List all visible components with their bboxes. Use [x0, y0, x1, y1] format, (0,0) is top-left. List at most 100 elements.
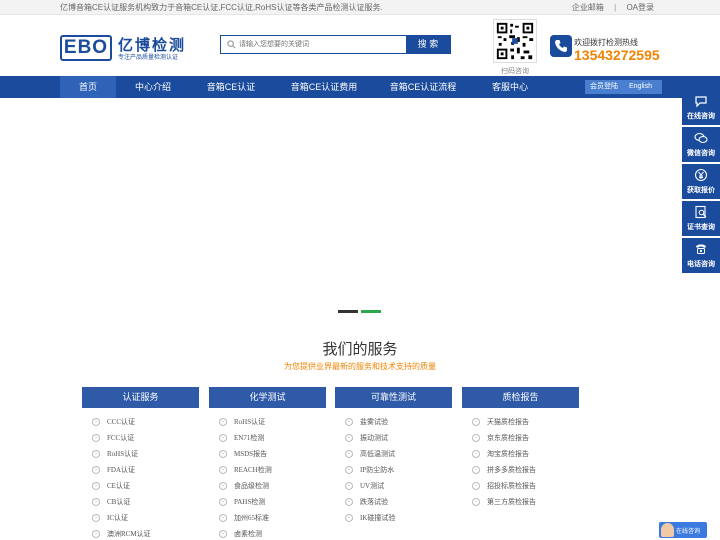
arrow-right-icon: › [219, 466, 227, 474]
search-input[interactable] [239, 37, 404, 52]
service-item[interactable]: › 天猫质检报告 [462, 414, 579, 430]
arrow-right-icon: › [219, 434, 227, 442]
service-item[interactable]: › CCC认证 [82, 414, 199, 430]
member-login-link[interactable]: 会员登陆 [590, 80, 618, 94]
service-column-chemical: 化学测试 › RoHS认证 › EN71检测 › MSDS报告 › REACH检测 › 食… [209, 387, 326, 540]
banner-dot[interactable] [338, 310, 358, 313]
site-logo[interactable]: EBO 亿博检测 专注产品质量检测认证 [60, 33, 184, 61]
arrow-right-icon: › [219, 514, 227, 522]
nav-item-ce-process[interactable]: 音箱CE认证流程 [382, 76, 464, 98]
float-wechat-consult[interactable]: 微信咨询 [682, 127, 720, 162]
arrow-right-icon: › [92, 418, 100, 426]
arrow-right-icon: › [472, 434, 480, 442]
service-item[interactable]: › 第三方质检报告 [462, 494, 579, 510]
arrow-right-icon: › [345, 434, 353, 442]
service-item[interactable]: › FCC认证 [82, 430, 199, 446]
service-item[interactable]: › 加州65标准 [209, 510, 326, 526]
float-phone-consult[interactable]: 电话咨询 [682, 238, 720, 273]
arrow-right-icon: › [472, 498, 480, 506]
arrow-right-icon: › [345, 514, 353, 522]
service-item[interactable]: › CB认证 [82, 494, 199, 510]
arrow-right-icon: › [219, 530, 227, 538]
service-item[interactable]: › PAHS检测 [209, 494, 326, 510]
top-link-separator: | [614, 3, 617, 12]
arrow-right-icon: › [92, 482, 100, 490]
service-item[interactable]: › 食品级检测 [209, 478, 326, 494]
service-item[interactable]: › CE认证 [82, 478, 199, 494]
arrow-right-icon: › [92, 530, 100, 538]
arrow-right-icon: › [472, 450, 480, 458]
wechat-icon [694, 132, 708, 144]
service-item[interactable]: › 澳洲RCM认证 [82, 526, 199, 540]
service-item[interactable]: › FDA认证 [82, 462, 199, 478]
search-button[interactable]: 搜 索 [406, 36, 450, 53]
service-item[interactable]: › 淘宝质检报告 [462, 446, 579, 462]
service-column-title[interactable]: 认证服务 [82, 387, 199, 408]
arrow-right-icon: › [472, 418, 480, 426]
arrow-right-icon: › [92, 434, 100, 442]
member-login-box: 会员登陆 English [585, 80, 662, 94]
service-item[interactable]: › REACH检测 [209, 462, 326, 478]
arrow-right-icon: › [219, 450, 227, 458]
service-column-reliability: 可靠性测试 › 盐雾试验 › 振动测试 › 高低温测试 › IP防尘防水 › UV测试 ›… [335, 387, 452, 526]
agent-avatar [661, 523, 674, 537]
service-item[interactable]: › 振动测试 [335, 430, 452, 446]
service-column-title[interactable]: 化学测试 [209, 387, 326, 408]
chat-widget-label: 在线咨询 [676, 529, 701, 535]
service-item[interactable]: › MSDS报告 [209, 446, 326, 462]
service-item[interactable]: › RoHS认证 [209, 414, 326, 430]
service-item[interactable]: › IC认证 [82, 510, 199, 526]
service-item[interactable]: › 招投标质检报告 [462, 478, 579, 494]
arrow-right-icon: › [92, 450, 100, 458]
float-online-consult[interactable]: 在线咨询 [682, 90, 720, 125]
online-chat-widget[interactable]: 在线咨询 [659, 522, 707, 538]
floating-contact-bar: 在线咨询 微信咨询 获取报价 证书查询 电话咨询 [682, 90, 720, 275]
service-item[interactable]: › 卤素检测 [209, 526, 326, 540]
arrow-right-icon: › [92, 466, 100, 474]
phone-icon [696, 244, 706, 254]
service-item[interactable]: › 拼多多质检报告 [462, 462, 579, 478]
arrow-right-icon: › [472, 466, 480, 474]
nav-item-ce-cert[interactable]: 音箱CE认证 [196, 76, 266, 98]
service-item[interactable]: › EN71检测 [209, 430, 326, 446]
english-link[interactable]: English [629, 80, 652, 94]
service-column-inspection-report: 质检报告 › 天猫质检报告 › 京东质检报告 › 淘宝质检报告 › 拼多多质检报告 › 招… [462, 387, 579, 510]
float-get-quote[interactable]: 获取报价 [682, 164, 720, 199]
service-item[interactable]: › IK碰撞试验 [335, 510, 452, 526]
arrow-right-icon: › [92, 498, 100, 506]
nav-item-home[interactable]: 首页 [60, 76, 116, 98]
arrow-right-icon: › [345, 498, 353, 506]
arrow-right-icon: › [219, 418, 227, 426]
service-item[interactable]: › IP防尘防水 [335, 462, 452, 478]
service-item[interactable]: › 高低温测试 [335, 446, 452, 462]
top-links: 企业邮箱 | OA登录 [564, 2, 654, 13]
service-item[interactable]: › UV测试 [335, 478, 452, 494]
oa-login-link[interactable]: OA登录 [626, 3, 654, 12]
arrow-right-icon: › [345, 418, 353, 426]
service-item[interactable]: › 盐雾试验 [335, 414, 452, 430]
search-box: 搜 索 [220, 35, 451, 54]
service-item[interactable]: › RoHS认证 [82, 446, 199, 462]
logo-mark: EBO [60, 35, 112, 61]
arrow-right-icon: › [92, 514, 100, 522]
service-column-title[interactable]: 质检报告 [462, 387, 579, 408]
banner-dot-active[interactable] [361, 310, 381, 313]
nav-item-service[interactable]: 客服中心 [482, 76, 538, 98]
certificate-search-icon [695, 205, 707, 219]
qr-code-label: 扫码咨询 [501, 68, 529, 75]
services-subtitle: 为您提供业界最新的服务和技术支持的质量 [284, 362, 436, 371]
nav-item-about[interactable]: 中心介绍 [124, 76, 182, 98]
top-bar: 亿博音箱CE认证服务机构致力于音箱CE认证,FCC认证,RoHS认证等各类产品检… [0, 0, 720, 15]
logo-slogan: 专注产品质量检测认证 [118, 55, 179, 61]
hotline-number: 13543272595 [574, 47, 660, 63]
service-item[interactable]: › 跌落试验 [335, 494, 452, 510]
arrow-right-icon: › [219, 498, 227, 506]
service-column-title[interactable]: 可靠性测试 [335, 387, 452, 408]
service-item[interactable]: › 京东质检报告 [462, 430, 579, 446]
nav-item-ce-cost[interactable]: 音箱CE认证费用 [284, 76, 364, 98]
site-intro-text: 亿博音箱CE认证服务机构致力于音箱CE认证,FCC认证,RoHS认证等各类产品检… [60, 3, 383, 12]
float-certificate-query[interactable]: 证书查询 [682, 201, 720, 236]
arrow-right-icon: › [345, 466, 353, 474]
company-mail-link[interactable]: 企业邮箱 [572, 3, 604, 12]
phone-icon [550, 35, 572, 57]
